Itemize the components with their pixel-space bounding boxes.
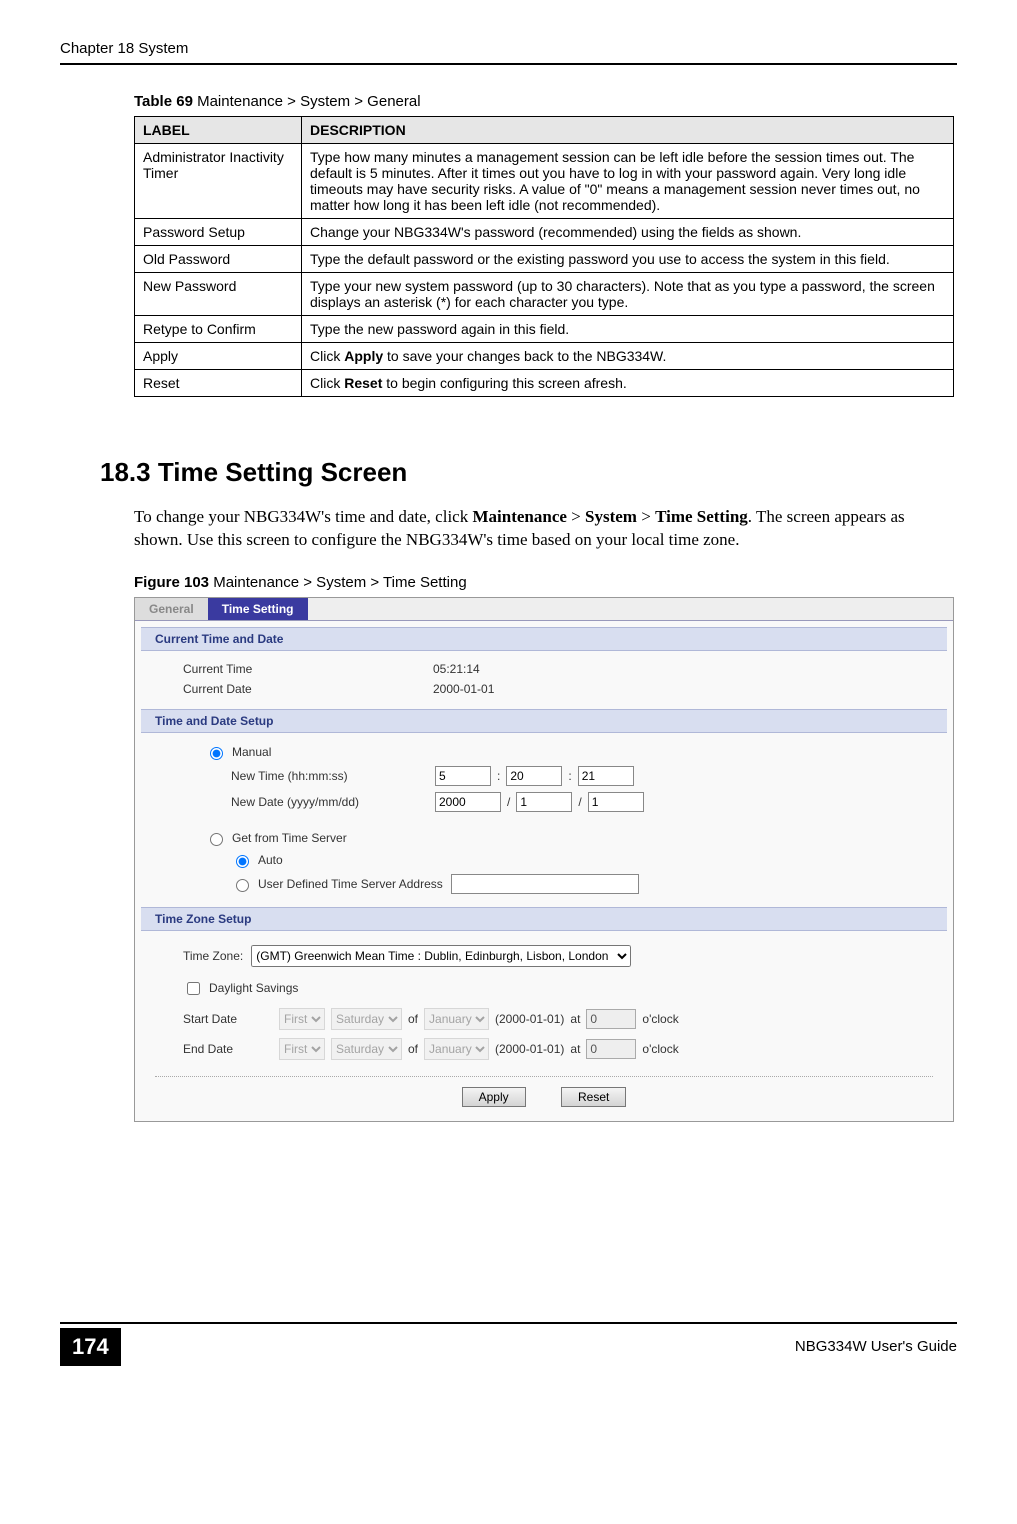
end-ordinal-select[interactable]: First: [279, 1038, 325, 1060]
at-label: at: [570, 1042, 580, 1056]
guide-title: NBG334W User's Guide: [795, 1338, 957, 1355]
of-label: of: [408, 1042, 418, 1056]
tab-bar: General Time Setting: [135, 598, 953, 621]
time-zone-label: Time Zone:: [183, 949, 243, 963]
start-day-select[interactable]: Saturday: [331, 1008, 402, 1030]
end-month-select[interactable]: January: [424, 1038, 489, 1060]
reset-button[interactable]: Reset: [561, 1087, 626, 1107]
table-row: New Password Type your new system passwo…: [135, 273, 954, 316]
manual-radio[interactable]: [210, 747, 223, 760]
user-defined-label: User Defined Time Server Address: [252, 877, 451, 891]
page-number: 174: [60, 1328, 121, 1366]
new-time-mm-input[interactable]: [506, 766, 562, 786]
figure-caption: Figure 103 Maintenance > System > Time S…: [134, 574, 957, 591]
auto-radio[interactable]: [236, 855, 249, 868]
cell-desc: Click Apply to save your changes back to…: [302, 343, 954, 370]
cell-label: Old Password: [135, 246, 302, 273]
colon-sep: :: [562, 769, 577, 783]
figure-num: Figure 103: [134, 574, 209, 591]
tab-time-setting[interactable]: Time Setting: [208, 598, 308, 620]
new-time-label: New Time (hh:mm:ss): [231, 769, 435, 783]
table-row: Apply Click Apply to save your changes b…: [135, 343, 954, 370]
section-body: To change your NBG334W's time and date, …: [134, 506, 954, 552]
table-row: Reset Click Reset to begin configuring t…: [135, 370, 954, 397]
user-defined-radio[interactable]: [236, 879, 249, 892]
current-date-label: Current Date: [183, 682, 433, 696]
new-date-yyyy-input[interactable]: [435, 792, 501, 812]
description-table: LABEL DESCRIPTION Administrator Inactivi…: [134, 116, 954, 397]
oclock-label: o'clock: [642, 1012, 678, 1026]
cell-desc: Type the new password again in this fiel…: [302, 316, 954, 343]
daylight-savings-checkbox[interactable]: [187, 982, 200, 995]
new-time-ss-input[interactable]: [578, 766, 634, 786]
table-row: Administrator Inactivity Timer Type how …: [135, 144, 954, 219]
cell-desc: Type how many minutes a management sessi…: [302, 144, 954, 219]
cell-desc: Type your new system password (up to 30 …: [302, 273, 954, 316]
time-server-radio[interactable]: [210, 833, 223, 846]
table-num: Table 69: [134, 93, 193, 110]
end-day-select[interactable]: Saturday: [331, 1038, 402, 1060]
section-current-time: Current Time and Date: [141, 627, 947, 651]
cell-desc: Change your NBG334W's password (recommen…: [302, 219, 954, 246]
current-date-value: 2000-01-01: [433, 682, 494, 696]
manual-label: Manual: [232, 745, 271, 759]
start-month-select[interactable]: January: [424, 1008, 489, 1030]
time-server-label: Get from Time Server: [232, 831, 347, 845]
new-time-hh-input[interactable]: [435, 766, 491, 786]
current-time-label: Current Time: [183, 662, 433, 676]
section-time-date-setup: Time and Date Setup: [141, 709, 947, 733]
section-heading: 18.3 Time Setting Screen: [100, 457, 957, 488]
start-date-label: Start Date: [183, 1012, 273, 1026]
end-date-paren: (2000-01-01): [495, 1042, 564, 1056]
start-ordinal-select[interactable]: First: [279, 1008, 325, 1030]
colon-sep: :: [491, 769, 506, 783]
start-date-paren: (2000-01-01): [495, 1012, 564, 1026]
header-rule: [60, 63, 957, 65]
cell-label: New Password: [135, 273, 302, 316]
start-hour-input[interactable]: [586, 1009, 636, 1029]
of-label: of: [408, 1012, 418, 1026]
auto-label: Auto: [252, 853, 283, 867]
cell-label: Retype to Confirm: [135, 316, 302, 343]
cell-label: Apply: [135, 343, 302, 370]
end-hour-input[interactable]: [586, 1039, 636, 1059]
cell-label: Administrator Inactivity Timer: [135, 144, 302, 219]
new-date-dd-input[interactable]: [588, 792, 644, 812]
at-label: at: [570, 1012, 580, 1026]
new-date-label: New Date (yyyy/mm/dd): [231, 795, 435, 809]
table-row: Password Setup Change your NBG334W's pas…: [135, 219, 954, 246]
th-desc: DESCRIPTION: [302, 117, 954, 144]
table-row: Retype to Confirm Type the new password …: [135, 316, 954, 343]
slash-sep: /: [501, 795, 516, 809]
time-server-address-input[interactable]: [451, 874, 639, 894]
table-caption: Table 69 Maintenance > System > General: [134, 93, 957, 110]
time-setting-screenshot: General Time Setting Current Time and Da…: [134, 597, 954, 1122]
cell-desc: Click Reset to begin configuring this sc…: [302, 370, 954, 397]
new-date-mm-input[interactable]: [516, 792, 572, 812]
th-label: LABEL: [135, 117, 302, 144]
time-zone-select[interactable]: (GMT) Greenwich Mean Time : Dublin, Edin…: [251, 945, 631, 967]
section-time-zone: Time Zone Setup: [141, 907, 947, 931]
table-title: Maintenance > System > General: [193, 93, 421, 110]
cell-desc: Type the default password or the existin…: [302, 246, 954, 273]
cell-label: Password Setup: [135, 219, 302, 246]
figure-title: Maintenance > System > Time Setting: [209, 574, 467, 591]
table-row: Old Password Type the default password o…: [135, 246, 954, 273]
end-date-label: End Date: [183, 1042, 273, 1056]
oclock-label: o'clock: [642, 1042, 678, 1056]
cell-label: Reset: [135, 370, 302, 397]
daylight-savings-label: Daylight Savings: [209, 981, 298, 995]
slash-sep: /: [572, 795, 587, 809]
current-time-value: 05:21:14: [433, 662, 480, 676]
chapter-label: Chapter 18 System: [60, 40, 188, 57]
tab-general[interactable]: General: [135, 598, 208, 620]
apply-button[interactable]: Apply: [462, 1087, 526, 1107]
